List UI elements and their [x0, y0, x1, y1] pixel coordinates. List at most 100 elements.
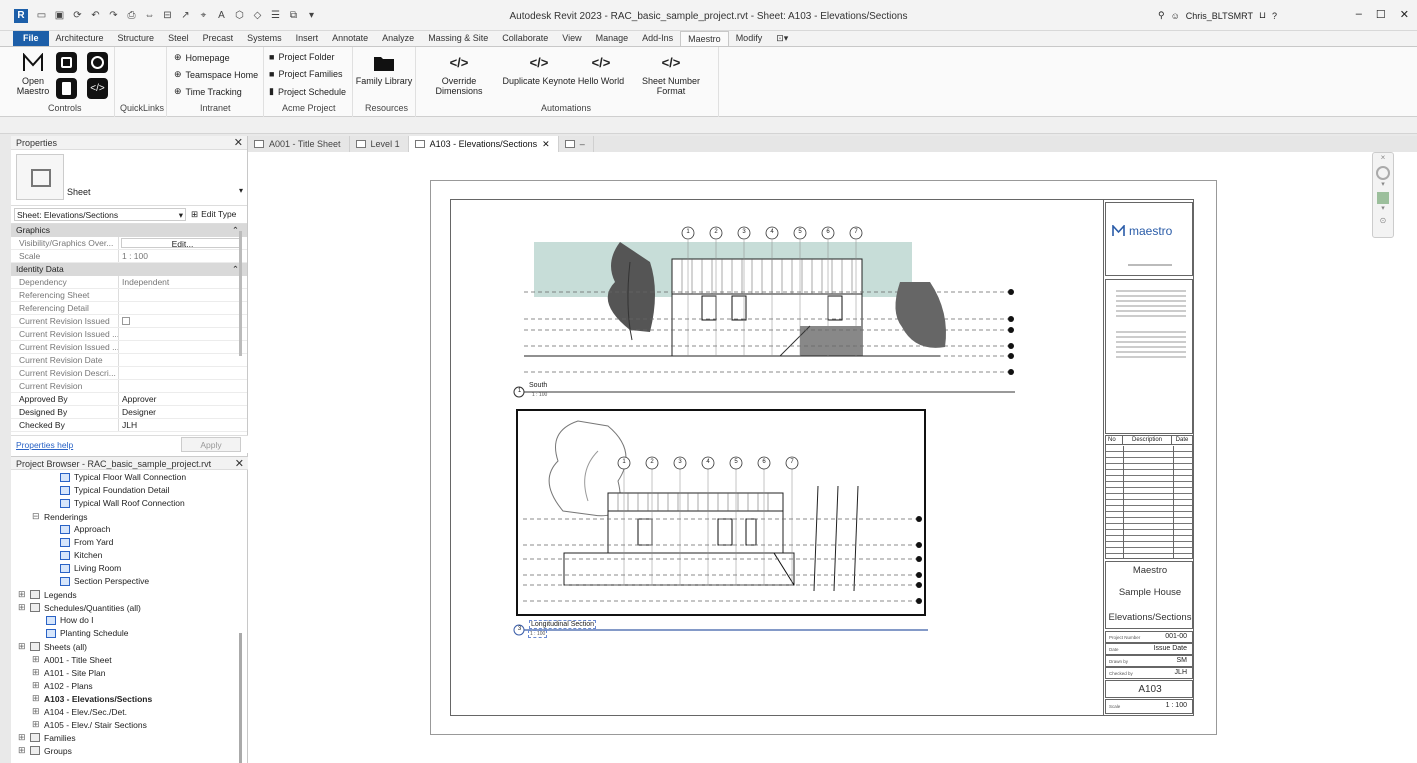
property-row[interactable]: Referencing Sheet: [11, 289, 247, 302]
zoom-icon[interactable]: [1377, 192, 1389, 204]
browser-scrollbar[interactable]: [239, 633, 242, 763]
browser-item[interactable]: ⊞ A001 - Title Sheet: [32, 654, 112, 665]
property-row[interactable]: Approved By Approver: [11, 393, 247, 406]
tab-insert[interactable]: Insert: [289, 31, 326, 46]
expand-icon[interactable]: ⊞: [32, 719, 40, 730]
user-name[interactable]: Chris_BLTSMRT: [1186, 11, 1253, 21]
property-value[interactable]: [119, 315, 247, 327]
property-row[interactable]: Referencing Detail: [11, 302, 247, 315]
homepage-link[interactable]: ⊕ Homepage: [174, 52, 230, 63]
edit-type-button[interactable]: ⊞ Edit Type: [191, 209, 236, 220]
instance-selector[interactable]: Sheet: Elevations/Sections ▾: [14, 208, 186, 221]
browser-item[interactable]: ⊞ Groups: [18, 745, 72, 756]
user-icon[interactable]: ☺: [1171, 11, 1180, 21]
open-maestro-button[interactable]: Open Maestro: [13, 53, 53, 96]
browser-item[interactable]: Typical Wall Roof Connection: [60, 498, 185, 508]
south-elevation-view[interactable]: [510, 222, 1020, 402]
navbar-options-icon[interactable]: ⊙: [1373, 216, 1393, 225]
duplicate-keynote-button[interactable]: </> Duplicate Keynote: [502, 53, 576, 86]
tab-architecture[interactable]: Architecture: [49, 31, 111, 46]
browser-item[interactable]: Typical Foundation Detail: [60, 485, 169, 495]
tab-collaborate[interactable]: Collaborate: [495, 31, 555, 46]
chevron-down-icon[interactable]: ▾: [1373, 204, 1393, 212]
sheet-number-format-button[interactable]: </> Sheet Number Format: [627, 53, 715, 96]
south-view-title[interactable]: South: [529, 382, 547, 389]
tab-systems[interactable]: Systems: [240, 31, 289, 46]
navbar-close-icon[interactable]: ×: [1373, 153, 1393, 162]
checkbox[interactable]: [122, 317, 130, 325]
window-tile-icon[interactable]: [56, 52, 77, 73]
property-value[interactable]: Designer: [119, 406, 247, 418]
project-schedule-link[interactable]: ▮ Project Schedule: [269, 86, 346, 97]
property-row[interactable]: Current Revision: [11, 380, 247, 393]
steering-wheel-icon[interactable]: [1376, 166, 1390, 180]
tab-a103[interactable]: A103 - Elevations/Sections ✕: [408, 136, 559, 152]
property-row[interactable]: Current Revision Issued: [11, 315, 247, 328]
expand-icon[interactable]: ⊞: [18, 732, 26, 743]
group-graphics[interactable]: Graphics ⌃: [11, 224, 247, 237]
browser-item[interactable]: ⊞ A103 - Elevations/Sections: [32, 693, 152, 704]
property-row[interactable]: Current Revision Issued ...: [11, 341, 247, 354]
project-folder-link[interactable]: ■ Project Folder: [269, 52, 334, 62]
maximize-icon[interactable]: ☐: [1376, 8, 1386, 21]
tab-menu-icon[interactable]: –: [580, 136, 585, 152]
tab-precast[interactable]: Precast: [196, 31, 241, 46]
tab-level1[interactable]: Level 1: [350, 136, 409, 152]
browser-item[interactable]: How do I: [46, 615, 94, 625]
hello-world-button[interactable]: </> Hello World: [576, 53, 626, 86]
property-row[interactable]: Designed By Designer: [11, 406, 247, 419]
group-identity[interactable]: Identity Data ⌃: [11, 263, 247, 276]
property-row[interactable]: Current Revision Descri...: [11, 367, 247, 380]
property-value[interactable]: Edit...: [121, 238, 241, 248]
close-icon[interactable]: ✕: [234, 136, 243, 150]
chevron-down-icon[interactable]: ▾: [1373, 180, 1393, 188]
document-tile-icon[interactable]: [56, 78, 77, 99]
tab-modify[interactable]: Modify: [729, 31, 770, 46]
browser-item[interactable]: ⊞ Families: [18, 732, 76, 743]
browser-item[interactable]: ⊞ Schedules/Quantities (all): [18, 602, 141, 613]
tab-file[interactable]: File: [13, 31, 49, 46]
expand-icon[interactable]: ⊞: [32, 706, 40, 717]
help-icon[interactable]: ?: [1272, 11, 1277, 21]
expand-icon[interactable]: ⊞: [18, 641, 26, 652]
tab-massing-site[interactable]: Massing & Site: [421, 31, 495, 46]
minimize-icon[interactable]: –: [1356, 8, 1362, 21]
expand-icon[interactable]: ⊞: [32, 680, 40, 691]
override-dimensions-button[interactable]: </> Override Dimensions: [418, 53, 500, 96]
expand-icon[interactable]: ⊞: [32, 693, 40, 704]
property-row[interactable]: Checked By JLH: [11, 419, 247, 432]
collapse-icon[interactable]: ⊟: [32, 511, 40, 522]
teamspace-link[interactable]: ⊕ Teamspace Home: [174, 69, 258, 80]
property-value[interactable]: Approver: [119, 393, 247, 405]
chevron-down-icon[interactable]: ▾: [239, 186, 243, 195]
properties-help-link[interactable]: Properties help: [16, 440, 73, 450]
property-value[interactable]: [119, 354, 247, 366]
browser-item[interactable]: ⊞ Sheets (all): [18, 641, 87, 652]
property-value[interactable]: [119, 328, 247, 340]
tab-view[interactable]: View: [555, 31, 588, 46]
property-value[interactable]: 1 : 100: [119, 250, 247, 262]
binoculars-icon[interactable]: ⚲: [1158, 10, 1165, 21]
family-library-button[interactable]: Family Library: [355, 53, 413, 86]
browser-item[interactable]: Section Perspective: [60, 576, 149, 586]
property-row[interactable]: Scale 1 : 100: [11, 250, 247, 263]
tab-analyze[interactable]: Analyze: [375, 31, 421, 46]
time-tracking-link[interactable]: ⊕ Time Tracking: [174, 86, 242, 97]
cart-icon[interactable]: ⊔: [1259, 10, 1266, 21]
close-icon[interactable]: ✕: [542, 136, 550, 152]
property-row[interactable]: Dependency Independent: [11, 276, 247, 289]
property-value[interactable]: [119, 302, 247, 314]
browser-item[interactable]: ⊞ A104 - Elev./Sec./Det.: [32, 706, 127, 717]
browser-item[interactable]: Typical Floor Wall Connection: [60, 472, 186, 482]
globe-tile-icon[interactable]: [87, 52, 108, 73]
browser-item[interactable]: ⊞ A101 - Site Plan: [32, 667, 105, 678]
property-row[interactable]: Current Revision Issued ...: [11, 328, 247, 341]
tab-add-ins[interactable]: Add-Ins: [635, 31, 680, 46]
expand-icon[interactable]: ⊞: [18, 602, 26, 613]
tab-annotate[interactable]: Annotate: [325, 31, 375, 46]
tab-a001[interactable]: A001 - Title Sheet: [248, 136, 350, 152]
tab-new[interactable]: –: [559, 136, 594, 152]
property-value[interactable]: [119, 341, 247, 353]
apply-button[interactable]: Apply: [181, 437, 241, 452]
type-selector[interactable]: Sheet ▾: [11, 150, 247, 206]
